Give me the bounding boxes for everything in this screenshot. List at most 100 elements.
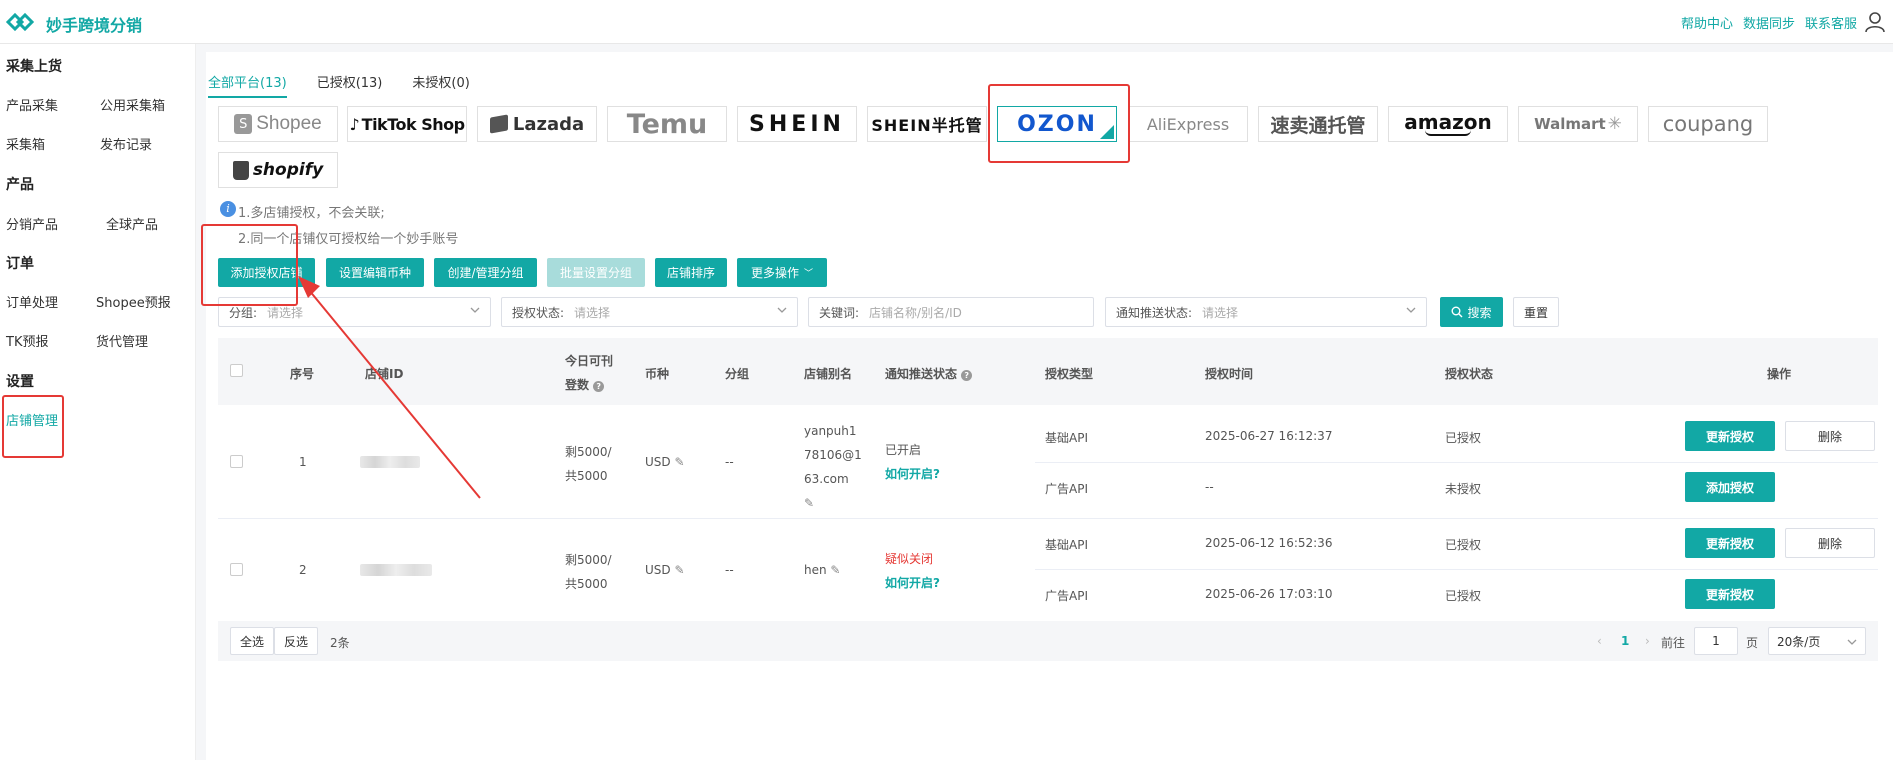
auth-time: 2025-06-27 16:12:37 <box>1205 429 1333 443</box>
platform-lazada[interactable]: Lazada <box>477 106 597 142</box>
section-title-order: 订单 <box>6 256 34 272</box>
quota-total: 共5000 <box>565 469 608 483</box>
contact-support-link[interactable]: 联系客服 <box>1805 13 1857 32</box>
nav-public-collect-box[interactable]: 公用采集箱 <box>100 95 165 114</box>
delete-button[interactable]: 删除 <box>1785 421 1875 451</box>
currency-cell: USD ✎ <box>645 563 685 577</box>
row-checkbox[interactable] <box>230 563 243 576</box>
col-header-quota: 今日可刊 <box>565 354 614 368</box>
info-icon: i <box>220 201 236 217</box>
more-actions-button[interactable]: 更多操作 ﹀ <box>737 258 827 287</box>
edit-icon[interactable]: ✎ <box>804 491 862 515</box>
nav-publish-records[interactable]: 发布记录 <box>100 134 152 153</box>
platform-amazon[interactable]: amazon <box>1388 106 1508 142</box>
section-title-settings: 设置 <box>6 374 34 390</box>
tab-all-platforms[interactable]: 全部平台(13) <box>208 72 287 98</box>
annotation-arrow <box>298 276 481 499</box>
col-header-actions: 操作 <box>1767 367 1792 381</box>
update-auth-button[interactable]: 更新授权 <box>1685 579 1775 609</box>
search-icon <box>1451 306 1463 318</box>
col-header-auth-type: 授权类型 <box>1045 367 1094 381</box>
notify-status-select[interactable]: 通知推送状态: 请选择 <box>1105 297 1427 327</box>
platform-tiktok-shop[interactable]: ♪ TikTok Shop <box>347 106 467 142</box>
row-checkbox[interactable] <box>230 455 243 468</box>
edit-icon[interactable]: ✎ <box>674 455 684 469</box>
page-jump-input[interactable]: 1 <box>1694 627 1738 655</box>
invert-selection-button[interactable]: 反选 <box>274 627 318 655</box>
platform-shein-semi-managed[interactable]: SHEIN半托管 <box>867 106 987 142</box>
tab-unauthorized[interactable]: 未授权(0) <box>412 72 469 98</box>
reset-button[interactable]: 重置 <box>1513 297 1559 327</box>
platform-aliexpress[interactable]: AliExpress <box>1128 106 1248 142</box>
section-title-product: 产品 <box>6 177 34 193</box>
tiktok-note-icon: ♪ <box>349 114 360 134</box>
platform-temu[interactable]: Temu <box>607 106 727 142</box>
platform-shein[interactable]: SHEIN <box>737 106 857 142</box>
notify-status: 已开启 <box>885 443 922 457</box>
store-sort-button[interactable]: 店铺排序 <box>655 258 727 287</box>
amazon-smile-icon <box>1425 130 1471 136</box>
col-header-notify: 通知推送状态 ? <box>885 365 973 382</box>
auth-status: 未授权 <box>1445 482 1482 496</box>
nav-distribution-products[interactable]: 分销产品 <box>6 214 58 233</box>
next-page-icon[interactable]: › <box>1645 634 1650 648</box>
currency-cell: USD ✎ <box>645 455 685 469</box>
prev-page-icon[interactable]: ‹ <box>1597 634 1602 648</box>
page-number[interactable]: 1 <box>1621 634 1629 648</box>
update-auth-button[interactable]: 更新授权 <box>1685 528 1775 558</box>
select-all-checkbox[interactable] <box>230 364 243 377</box>
auth-status-select[interactable]: 授权状态: 请选择 <box>501 297 798 327</box>
nav-shopee-forecast[interactable]: Shopee预报 <box>96 292 171 311</box>
auth-status: 已授权 <box>1445 431 1482 445</box>
platform-shopee[interactable]: S Shopee <box>218 106 338 142</box>
alias-cell: yanpuh1 78106@1 63.com ✎ <box>804 419 862 515</box>
auth-type: 基础API <box>1045 431 1088 445</box>
notify-status: 疑似关闭 <box>885 552 934 566</box>
how-to-enable-link[interactable]: 如何开启? <box>885 574 940 591</box>
col-header-group: 分组 <box>725 367 750 381</box>
platform-aliexpress-managed[interactable]: 速卖通托管 <box>1258 106 1378 142</box>
top-bar: 妙手跨境分销 帮助中心 数据同步 联系客服 <box>0 0 1893 44</box>
tab-authorized[interactable]: 已授权(13) <box>317 72 383 98</box>
nav-product-collect[interactable]: 产品采集 <box>6 95 58 114</box>
platform-shopify[interactable]: shopify <box>218 152 338 188</box>
platform-walmart[interactable]: Walmart ✳ <box>1518 106 1638 142</box>
shopify-bag-icon <box>232 160 249 180</box>
help-center-link[interactable]: 帮助中心 <box>1681 13 1733 32</box>
chevron-down-icon <box>777 307 787 313</box>
search-button[interactable]: 搜索 <box>1440 297 1503 327</box>
page-size-select[interactable]: 20条/页 <box>1768 627 1866 655</box>
delete-button[interactable]: 删除 <box>1785 528 1875 558</box>
data-sync-link[interactable]: 数据同步 <box>1743 13 1795 32</box>
nav-store-management[interactable]: 店铺管理 <box>6 410 58 429</box>
ozon-corner-icon <box>1100 125 1114 139</box>
batch-set-group-button[interactable]: 批量设置分组 <box>547 258 645 287</box>
edit-icon[interactable]: ✎ <box>674 563 684 577</box>
auth-type: 基础API <box>1045 538 1088 552</box>
update-auth-button[interactable]: 更新授权 <box>1685 421 1775 451</box>
app-logo-icon <box>6 12 35 32</box>
quota-remaining: 剩5000/ <box>565 553 612 567</box>
add-auth-button[interactable]: 添加授权 <box>1685 472 1775 502</box>
keyword-input[interactable]: 关键词: 店铺名称/别名/ID <box>808 297 1094 327</box>
edit-icon[interactable]: ✎ <box>830 563 840 577</box>
nav-order-processing[interactable]: 订单处理 <box>6 292 58 311</box>
nav-global-products[interactable]: 全球产品 <box>106 214 158 233</box>
lazada-heart-icon <box>489 114 508 134</box>
user-icon[interactable] <box>1865 11 1885 33</box>
col-header-quota-2: 登数 ? <box>565 376 605 393</box>
auth-time: -- <box>1205 480 1214 494</box>
platform-coupang[interactable]: coupang <box>1648 106 1768 142</box>
select-all-button[interactable]: 全选 <box>230 627 274 655</box>
auth-status: 已授权 <box>1445 538 1482 552</box>
help-icon[interactable]: ? <box>961 370 973 381</box>
auth-type: 广告API <box>1045 482 1088 496</box>
divider <box>1035 569 1878 570</box>
help-icon[interactable]: ? <box>593 381 605 392</box>
platform-ozon[interactable]: OZON <box>997 106 1117 142</box>
nav-collect-box[interactable]: 采集箱 <box>6 134 45 153</box>
how-to-enable-link[interactable]: 如何开启? <box>885 465 940 482</box>
nav-forwarder-management[interactable]: 货代管理 <box>96 331 148 350</box>
nav-tk-forecast[interactable]: TK预报 <box>6 331 48 350</box>
store-id-blurred <box>360 564 432 576</box>
